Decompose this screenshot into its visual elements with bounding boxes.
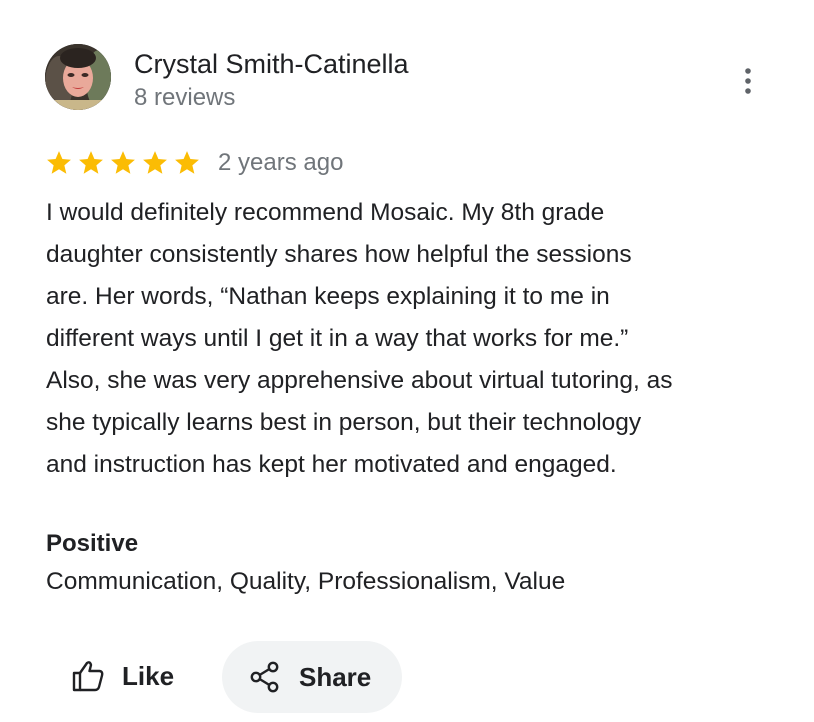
review-text-line: different ways until I get it in a way t… xyxy=(46,325,629,352)
share-icon xyxy=(250,661,279,693)
star-icon xyxy=(47,151,71,174)
avatar-image xyxy=(45,44,111,110)
reviewer-name[interactable]: Crystal Smith-Catinella xyxy=(134,47,409,81)
more-options-button[interactable] xyxy=(730,62,766,100)
star-icon xyxy=(143,151,167,174)
avatar[interactable] xyxy=(45,44,111,110)
highlights-tags: Communication, Quality, Professionalism,… xyxy=(46,568,566,595)
star-icon xyxy=(79,151,103,174)
review-text-line: Also, she was very apprehensive about vi… xyxy=(46,367,673,394)
share-button[interactable]: Share xyxy=(222,641,402,713)
review-text-line: are. Her words, “Nathan keeps explaining… xyxy=(46,283,610,310)
like-label: Like xyxy=(122,660,175,691)
thumb-up-icon xyxy=(72,661,104,692)
more-vert-icon xyxy=(745,68,751,94)
review-text: I would definitely recommend Mosaic. My … xyxy=(46,192,776,486)
review-card: Crystal Smith-Catinella 8 reviews 2 year… xyxy=(0,0,814,722)
like-button[interactable]: Like xyxy=(56,640,188,712)
review-text-line: and instruction has kept her motivated a… xyxy=(46,451,617,478)
highlights-heading: Positive xyxy=(46,530,139,557)
star-icon xyxy=(175,151,199,174)
review-text-line: I would definitely recommend Mosaic. My … xyxy=(46,199,605,226)
share-label: Share xyxy=(299,661,372,692)
review-text-line: she typically learns best in person, but… xyxy=(46,409,642,436)
review-age: 2 years ago xyxy=(218,149,344,176)
rating-row: 2 years ago xyxy=(45,146,343,180)
review-text-line: daughter consistently shares how helpful… xyxy=(46,241,632,268)
star-rating xyxy=(45,149,205,177)
reviewer-review-count[interactable]: 8 reviews xyxy=(134,83,235,113)
star-icon xyxy=(111,151,135,174)
